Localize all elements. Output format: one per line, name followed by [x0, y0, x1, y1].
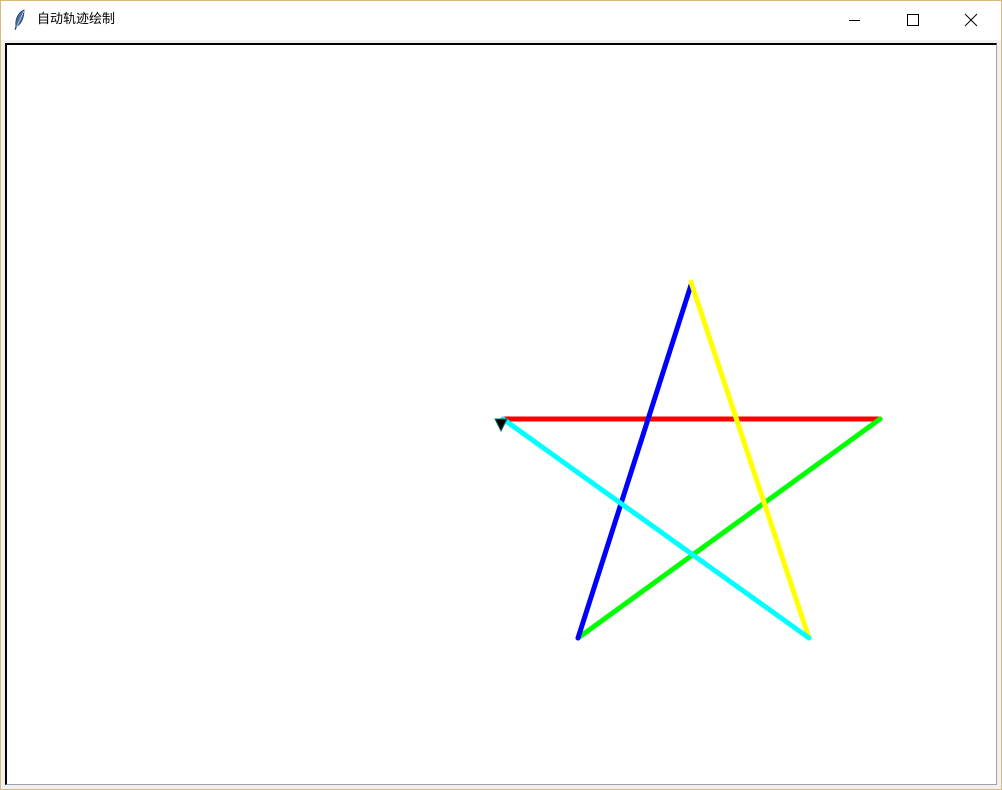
turtle-arrow-icon	[494, 418, 508, 433]
title-bar[interactable]: 自动轨迹绘制	[1, 1, 1001, 40]
drawing-canvas[interactable]	[5, 43, 997, 785]
star-drawing	[494, 279, 883, 641]
segment-blue	[575, 282, 694, 641]
window-title: 自动轨迹绘制	[37, 12, 116, 27]
app-window: 自动轨迹绘制	[0, 0, 1002, 790]
segment-cyan	[500, 416, 812, 641]
close-icon	[964, 13, 978, 27]
segment-yellow	[688, 279, 812, 641]
minimize-icon	[849, 20, 860, 21]
feather-icon	[14, 9, 25, 31]
minimize-button[interactable]	[825, 1, 883, 40]
close-button[interactable]	[941, 1, 999, 40]
maximize-button[interactable]	[883, 1, 941, 40]
segment-green	[575, 416, 883, 641]
maximize-icon	[907, 14, 919, 26]
